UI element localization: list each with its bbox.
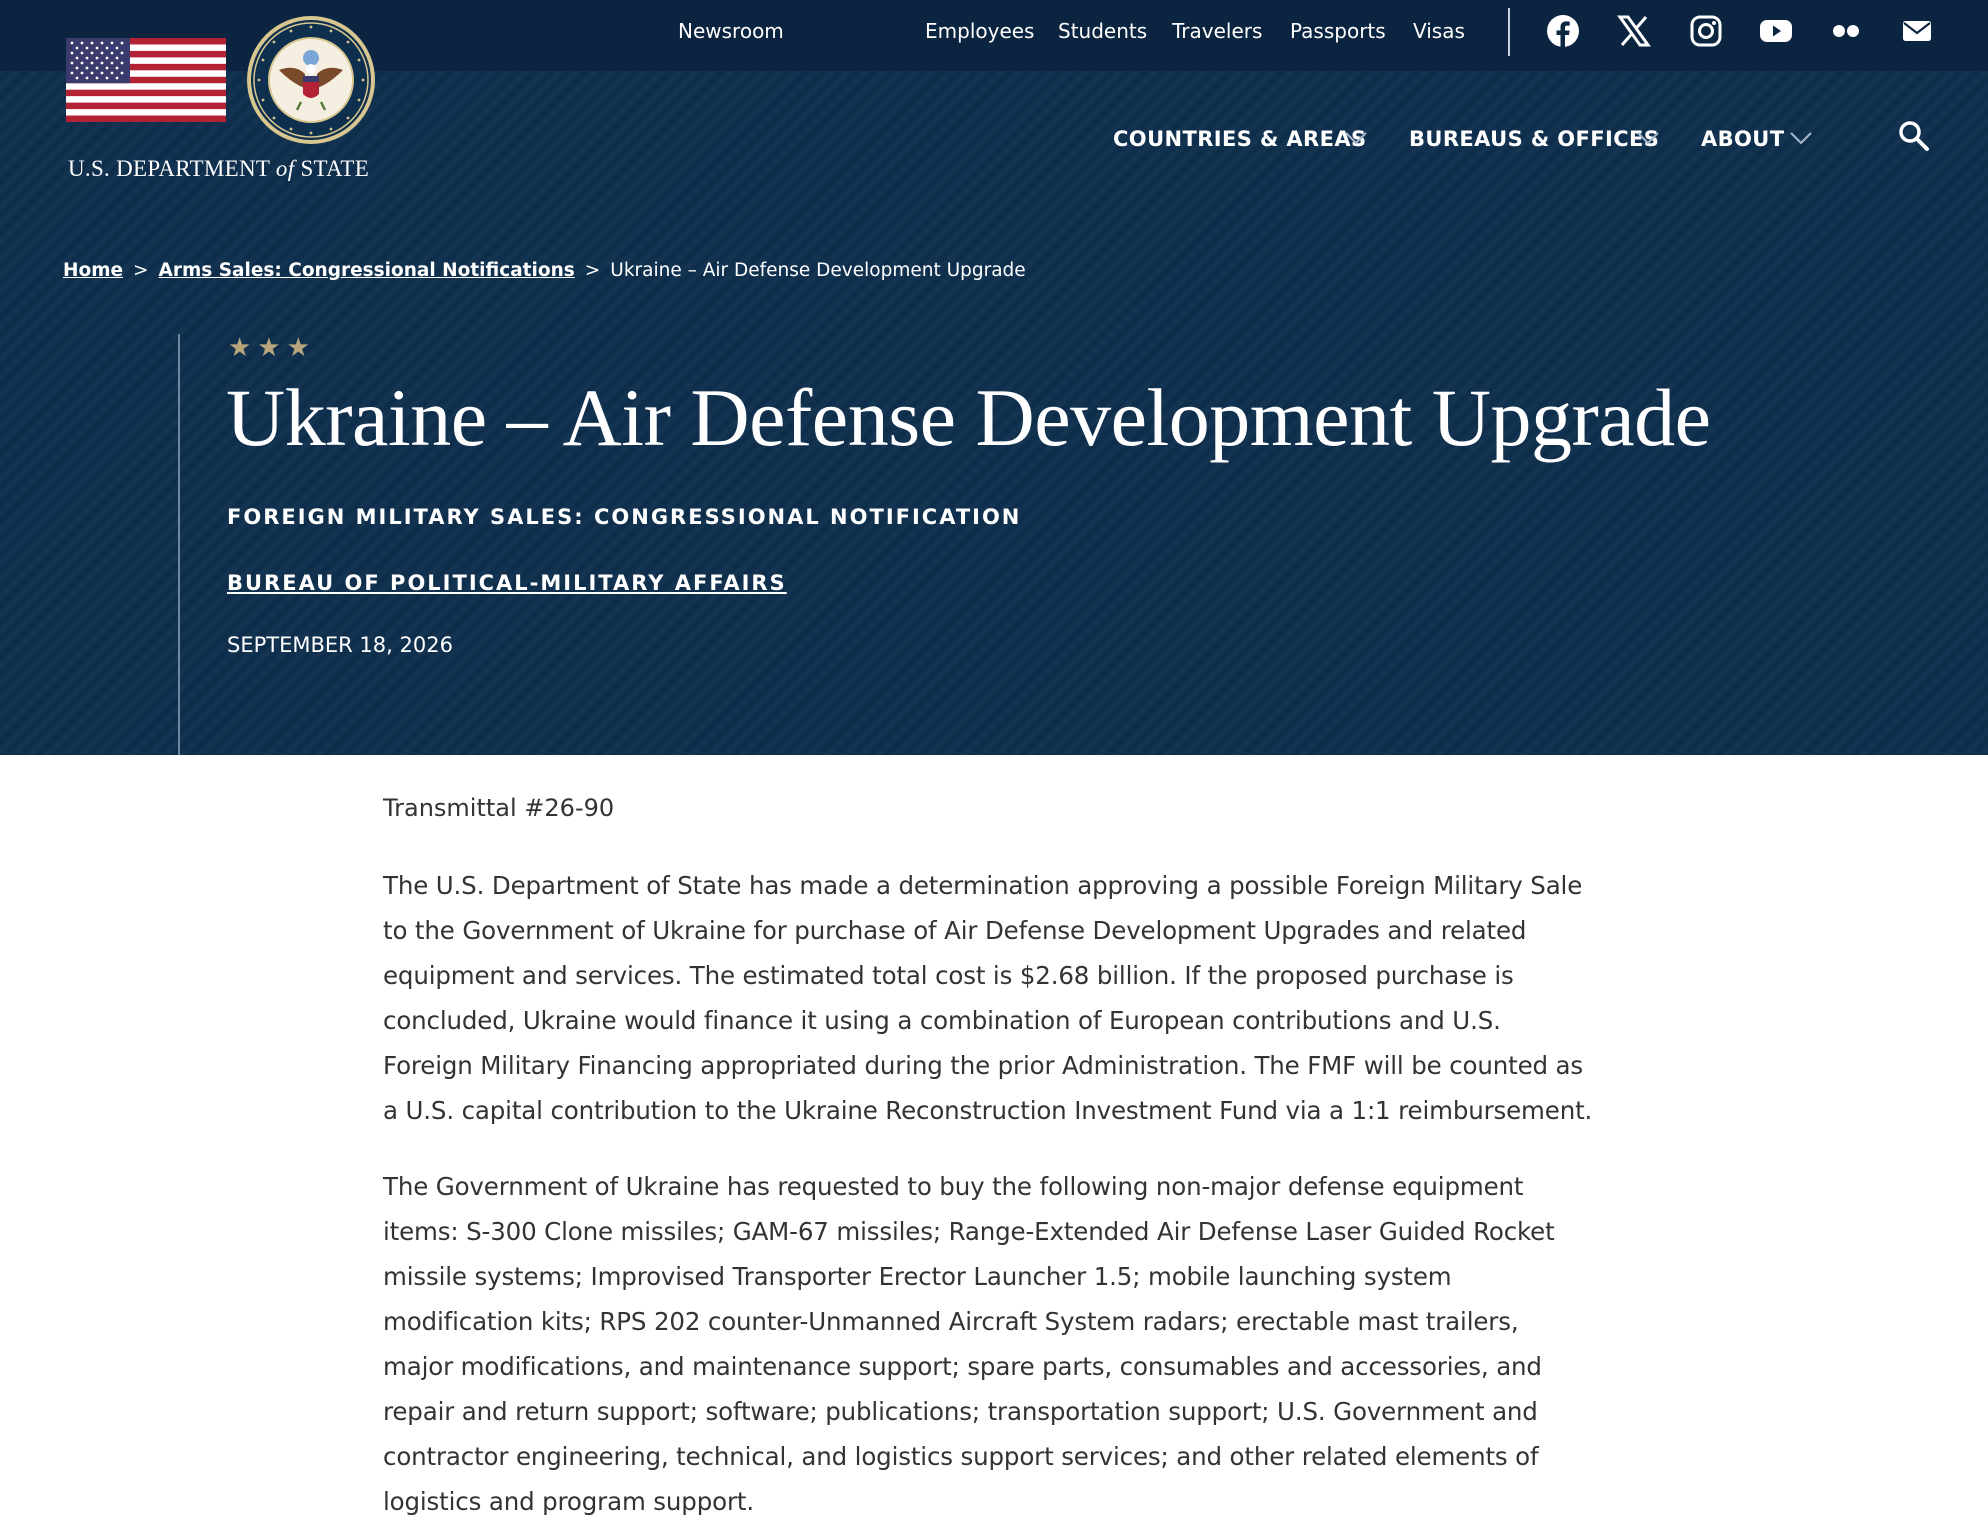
breadcrumb-separator: > — [133, 260, 149, 281]
chevron-down-icon[interactable] — [1636, 128, 1660, 148]
department-seal-icon[interactable] — [245, 14, 377, 146]
topnav-newsroom[interactable]: Newsroom — [678, 17, 784, 45]
breadcrumb-arms-sales[interactable]: Arms Sales: Congressional Notifications — [159, 260, 575, 281]
breadcrumb-separator: > — [584, 260, 601, 281]
mainnav-about[interactable]: ABOUT — [1701, 122, 1785, 156]
facebook-icon[interactable] — [1546, 14, 1580, 48]
youtube-icon[interactable] — [1759, 14, 1793, 48]
body-paragraph: The U.S. Department of State has made a … — [383, 871, 1593, 1125]
star-ornament-icon: ★★★ — [228, 332, 316, 362]
chevron-down-icon[interactable] — [1789, 128, 1813, 148]
topnav-visas[interactable]: Visas — [1413, 17, 1465, 45]
breadcrumb-home[interactable]: Home — [63, 260, 123, 281]
topnav-divider — [1508, 8, 1510, 56]
breadcrumb-current: Ukraine – Air Defense Development Upgrad… — [610, 260, 1026, 281]
topnav-passports[interactable]: Passports — [1290, 17, 1386, 45]
mainnav-bureaus-offices[interactable]: BUREAUS & OFFICES — [1409, 122, 1659, 156]
chevron-down-icon[interactable] — [1344, 128, 1368, 148]
article-category: FOREIGN MILITARY SALES: CONGRESSIONAL NO… — [227, 505, 1022, 529]
search-icon[interactable] — [1896, 118, 1932, 154]
x-icon[interactable] — [1617, 14, 1651, 48]
department-wordmark[interactable]: U.S. DEPARTMENT of STATE — [68, 156, 398, 190]
mainnav-countries-areas[interactable]: COUNTRIES & AREAS — [1113, 122, 1367, 156]
topnav-employees[interactable]: Employees — [925, 17, 1034, 45]
publish-date: SEPTEMBER 18, 2026 — [227, 633, 453, 657]
body-paragraph: The Government of Ukraine has requested … — [383, 1172, 1555, 1516]
us-flag-icon[interactable] — [66, 38, 226, 122]
breadcrumb: Home > Arms Sales: Congressional Notificat… — [63, 257, 1026, 285]
page-title: Ukraine – Air Defense Development Upgrad… — [226, 372, 1711, 463]
topnav-travelers[interactable]: Travelers — [1172, 17, 1262, 45]
instagram-icon[interactable] — [1689, 14, 1723, 48]
bureau-link[interactable]: BUREAU OF POLITICAL-MILITARY AFFAIRS — [227, 568, 787, 598]
flickr-icon[interactable] — [1829, 14, 1863, 48]
title-accent-rule — [178, 334, 180, 755]
topnav-students[interactable]: Students — [1058, 17, 1147, 45]
email-icon[interactable] — [1900, 14, 1934, 48]
transmittal-number: Transmittal #26-90 — [383, 794, 615, 822]
